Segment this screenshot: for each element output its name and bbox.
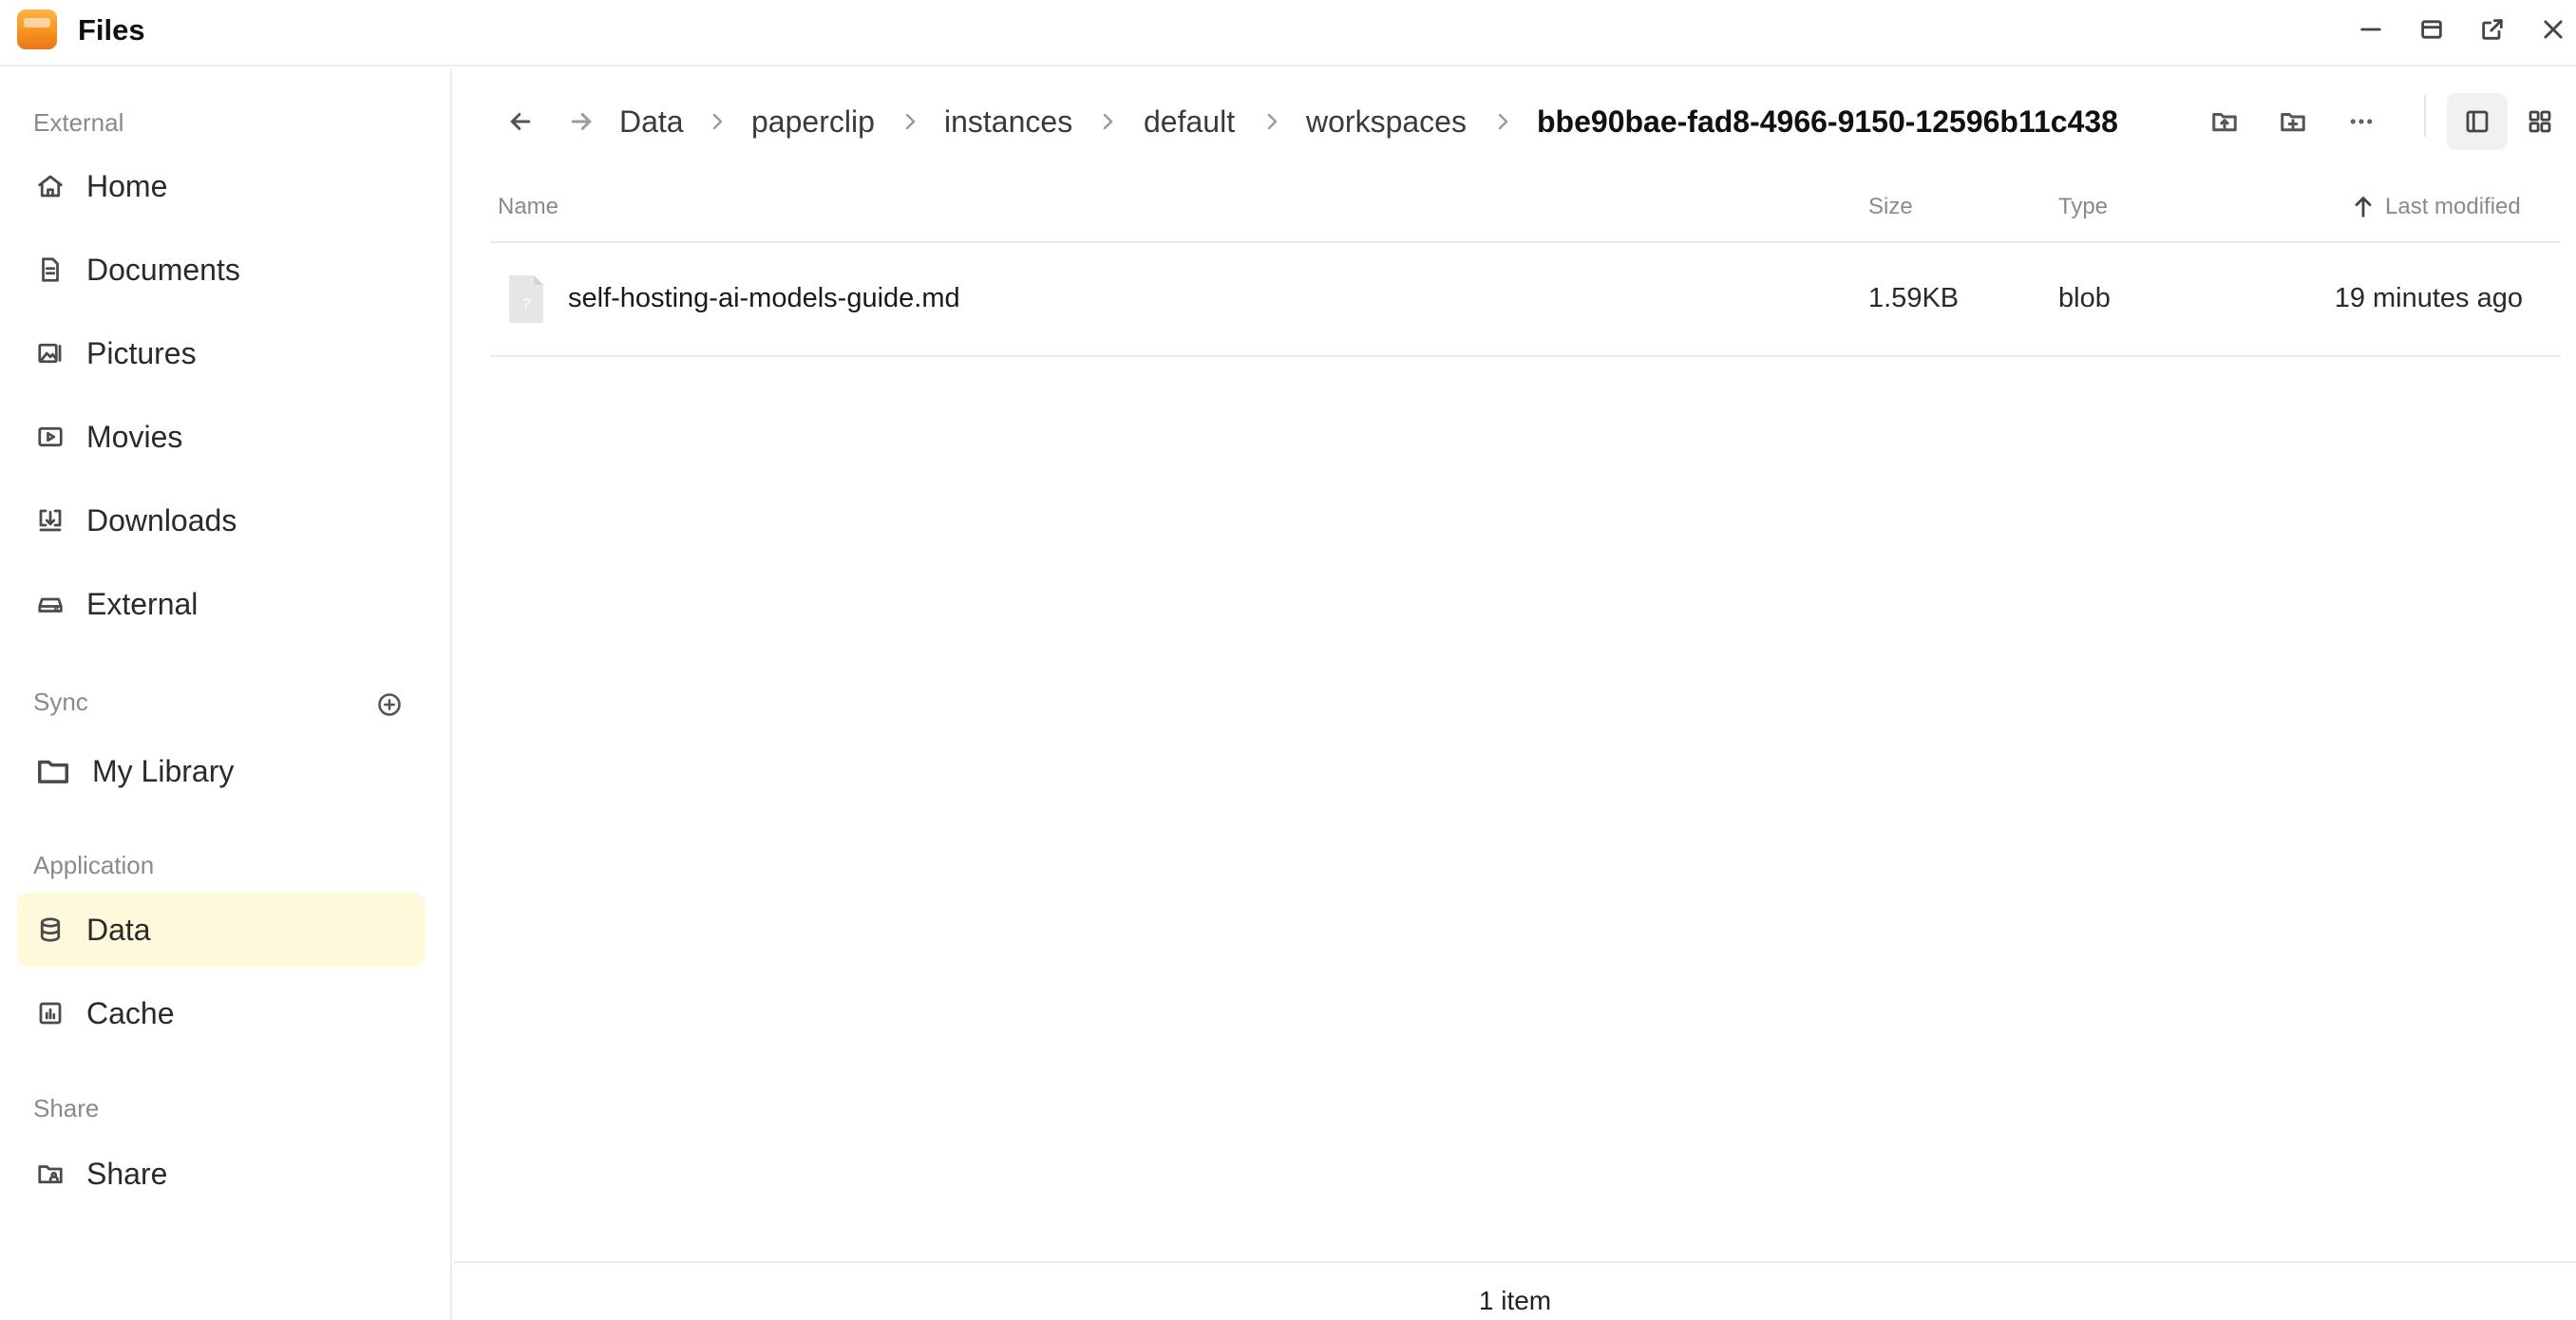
breadcrumb-item-data[interactable]: Data: [619, 104, 684, 140]
sidebar-item-downloads[interactable]: Downloads: [17, 483, 426, 557]
back-arrow-icon[interactable]: [500, 101, 541, 142]
section-label-external: External: [33, 108, 124, 137]
sidebar-item-documents[interactable]: Documents: [17, 233, 426, 307]
chevron-right-icon: [1260, 110, 1283, 133]
chevron-right-icon: [1096, 110, 1119, 133]
column-header-name[interactable]: Name: [498, 194, 559, 220]
new-folder-icon[interactable]: [2272, 101, 2314, 142]
pictures-icon: [34, 337, 66, 369]
file-name: self-hosting-ai-models-guide.md: [568, 283, 960, 313]
sidebar-item-label: Share: [86, 1156, 168, 1191]
toolbar-divider: [2424, 95, 2426, 137]
sidebar-item-label: Data: [86, 912, 151, 947]
breadcrumb-item-default[interactable]: default: [1144, 104, 1235, 140]
download-icon: [34, 504, 66, 537]
close-icon[interactable]: [2537, 13, 2569, 46]
item-count: 1 item: [1478, 1286, 1552, 1315]
sidebar-item-label: External: [86, 586, 199, 621]
sidebar-item-label: Downloads: [86, 502, 237, 537]
chevron-right-icon: [899, 110, 921, 133]
add-circle-icon[interactable]: [372, 688, 407, 722]
section-label-share: Share: [33, 1094, 100, 1122]
file-size: 1.59KB: [1868, 283, 1960, 313]
grid-view-icon[interactable]: [2510, 93, 2570, 150]
sidebar-item-movies[interactable]: Movies: [17, 400, 426, 474]
minimize-icon[interactable]: [2355, 13, 2387, 46]
sidebar-item-label: Home: [86, 168, 168, 203]
app-title: Files: [78, 13, 145, 47]
toolbar: Data paperclip instances default workspa…: [454, 68, 2576, 175]
cache-icon: [34, 997, 66, 1029]
unknown-file-icon: ?: [507, 273, 545, 325]
sidebar-item-share[interactable]: Share: [17, 1137, 426, 1211]
table-row[interactable]: ? self-hosting-ai-models-guide.md 1.59KB…: [490, 243, 2561, 357]
more-icon[interactable]: [2340, 101, 2382, 142]
sidebar-item-cache[interactable]: Cache: [17, 976, 426, 1050]
title-bar: Files: [0, 0, 2576, 66]
file-last-modified: 19 minutes ago: [2334, 283, 2523, 313]
share-folder-icon: [34, 1158, 66, 1190]
sidebar-item-pictures[interactable]: Pictures: [17, 316, 426, 390]
database-icon: [34, 914, 66, 946]
section-label-sync: Sync: [33, 688, 88, 716]
breadcrumb-current: bbe90bae-fad8-4966-9150-12596b11c438: [1537, 104, 2118, 139]
sort-ascending-icon[interactable]: [2350, 194, 2377, 220]
movie-icon: [34, 421, 66, 453]
sidebar-item-data[interactable]: Data: [17, 893, 426, 967]
status-bar: 1 item: [454, 1261, 2576, 1320]
chevron-right-icon: [706, 110, 729, 133]
sidebar-item-my-library[interactable]: My Library: [17, 734, 426, 808]
document-icon: [34, 254, 66, 286]
folder-icon: [34, 755, 72, 787]
maximize-icon[interactable]: [2415, 13, 2448, 46]
chevron-right-icon: [1491, 110, 1514, 133]
forward-arrow-icon[interactable]: [560, 101, 602, 142]
upload-folder-icon[interactable]: [2204, 101, 2245, 142]
column-header-type[interactable]: Type: [2058, 194, 2108, 220]
drive-icon: [34, 588, 66, 620]
sidebar-item-label: My Library: [92, 753, 235, 788]
popout-icon[interactable]: [2476, 13, 2509, 46]
sidebar-item-home[interactable]: Home: [17, 149, 426, 223]
svg-text:?: ?: [522, 296, 531, 312]
home-icon: [34, 170, 66, 202]
sidebar-item-label: Movies: [86, 419, 183, 454]
breadcrumb-item-instances[interactable]: instances: [944, 104, 1072, 140]
files-app-logo: [17, 9, 57, 49]
breadcrumb-item-workspaces[interactable]: workspaces: [1306, 104, 1467, 140]
list-view-icon[interactable]: [2447, 93, 2508, 150]
section-label-application: Application: [33, 851, 155, 879]
file-type: blob: [2058, 283, 2111, 313]
sidebar-item-external[interactable]: External: [17, 567, 426, 641]
sidebar: External Home Documents Pictures Movies …: [0, 68, 452, 1320]
sidebar-item-label: Documents: [86, 252, 240, 287]
column-header-size[interactable]: Size: [1868, 194, 1913, 220]
sidebar-item-label: Pictures: [86, 335, 197, 370]
sidebar-item-label: Cache: [86, 995, 175, 1030]
breadcrumb-item-paperclip[interactable]: paperclip: [751, 104, 875, 140]
column-header-last-modified[interactable]: Last modified: [2385, 194, 2521, 220]
